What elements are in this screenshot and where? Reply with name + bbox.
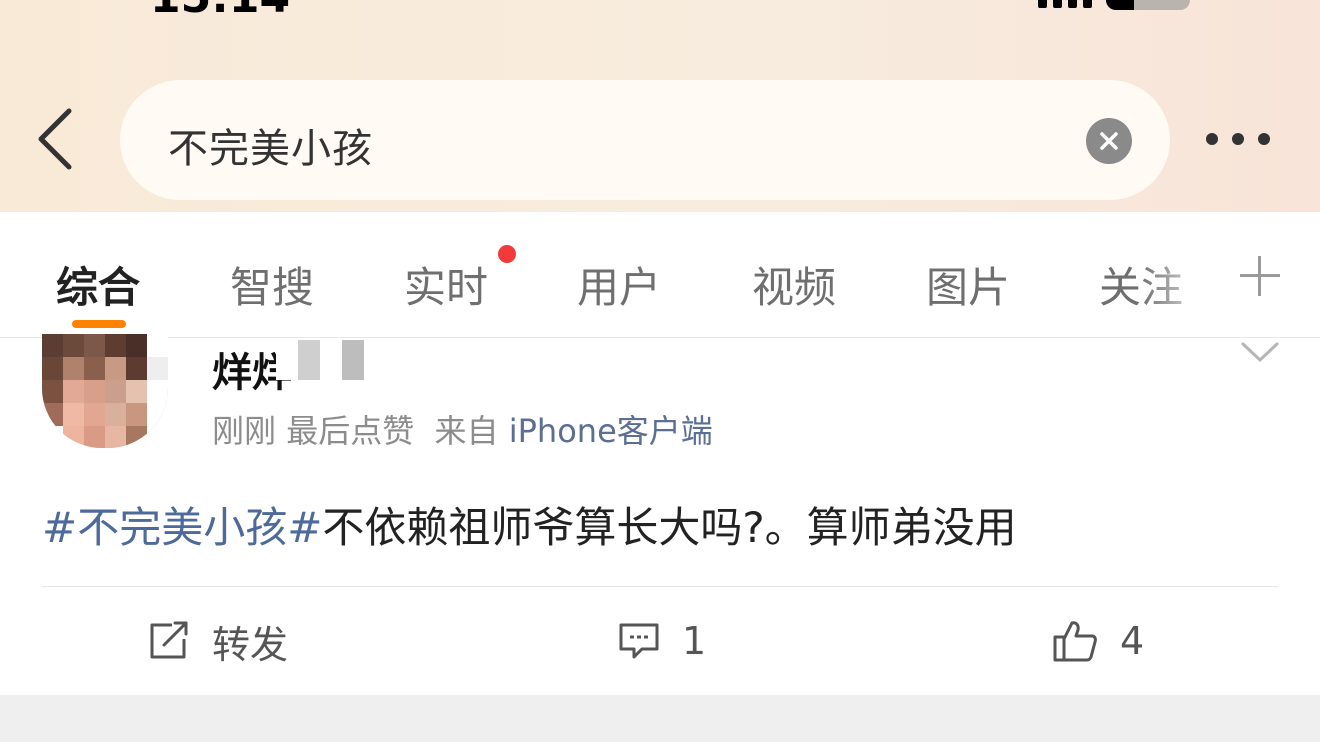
repost-icon: [150, 621, 188, 659]
top-header: 15:14 不完美小孩: [0, 0, 1320, 212]
tab-users[interactable]: 用户: [577, 254, 661, 315]
repost-button[interactable]: 转发: [148, 616, 289, 667]
active-tab-indicator: [72, 320, 126, 328]
tab-videos[interactable]: 视频: [752, 254, 836, 315]
post-source-prefix: 来自: [434, 412, 499, 450]
comment-count: 1: [682, 619, 707, 663]
like-button[interactable]: 4: [1052, 616, 1144, 666]
tab-realtime[interactable]: 实时: [404, 254, 488, 315]
clear-circle-icon: [1100, 132, 1118, 150]
back-button[interactable]: [30, 106, 80, 172]
post-liked-note: 最后点赞: [286, 412, 415, 450]
signal-icon: [1038, 0, 1092, 8]
status-indicators: [1038, 0, 1190, 10]
new-content-badge: [498, 245, 516, 263]
battery-icon: [1106, 0, 1190, 10]
clear-search-button[interactable]: [1086, 118, 1132, 164]
username-mosaic: [276, 340, 386, 380]
post-hashtag[interactable]: #不完美小孩#: [42, 503, 322, 552]
feed-separator: [0, 695, 1320, 742]
search-tabs: 综合 智搜 实时 用户 视频 图片 关注: [0, 212, 1320, 338]
post-meta: 刚刚 最后点赞 来自 iPhone客户端: [212, 406, 713, 452]
post-source-app[interactable]: iPhone客户端: [509, 412, 713, 450]
comment-button[interactable]: 1: [618, 616, 706, 666]
tab-images[interactable]: 图片: [926, 254, 1010, 315]
thumbs-up-icon: [1053, 621, 1097, 662]
chevron-left-icon: [38, 108, 72, 170]
status-time: 15:14: [150, 0, 290, 23]
divider: [42, 586, 1278, 587]
comment-icon: [619, 623, 659, 659]
chevron-down-icon[interactable]: [1240, 340, 1280, 364]
avatar[interactable]: [42, 334, 168, 448]
search-query[interactable]: 不完美小孩: [168, 116, 373, 174]
tab-fade: [1140, 212, 1230, 336]
tab-smart-search[interactable]: 智搜: [230, 254, 314, 315]
tab-comprehensive[interactable]: 综合: [56, 254, 140, 315]
post-content: #不完美小孩#不依赖祖师爷算长大吗?。算师弟没用: [42, 494, 1017, 555]
post-body: 不依赖祖师爷算长大吗?。算师弟没用: [322, 503, 1017, 552]
post-time: 刚刚: [212, 412, 277, 450]
add-tab-icon[interactable]: [1240, 256, 1280, 296]
repost-label: 转发: [212, 622, 289, 667]
more-dots-icon[interactable]: [1206, 124, 1276, 154]
search-input[interactable]: 不完美小孩: [120, 80, 1170, 200]
like-count: 4: [1120, 619, 1145, 663]
